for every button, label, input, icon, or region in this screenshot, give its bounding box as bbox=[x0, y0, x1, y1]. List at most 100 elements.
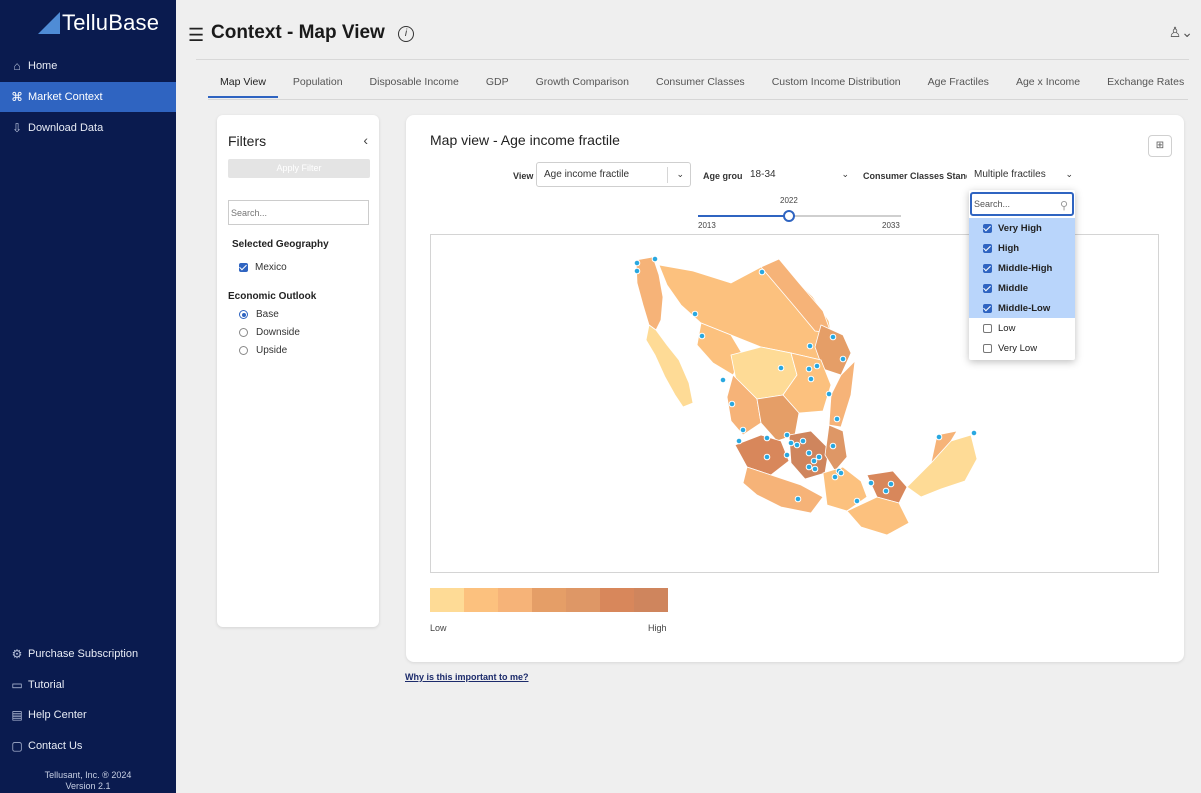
city-dot bbox=[691, 310, 699, 318]
book-icon: ▤ bbox=[11, 708, 23, 722]
city-dot bbox=[813, 362, 821, 370]
tab-population[interactable]: Population bbox=[293, 70, 343, 98]
apply-filter-button[interactable]: Apply Filter bbox=[228, 159, 370, 178]
outlook-radio-upside[interactable]: Upside bbox=[239, 345, 287, 356]
city-dot bbox=[651, 255, 659, 263]
dropdown-option-high[interactable]: High bbox=[969, 238, 1075, 258]
radio-label: Base bbox=[256, 309, 279, 320]
tab-custom-income-distribution[interactable]: Custom Income Distribution bbox=[772, 70, 901, 98]
city-dot bbox=[719, 376, 727, 384]
view-select-value: Age income fractile bbox=[544, 169, 630, 180]
logo[interactable]: TelluBase bbox=[38, 8, 159, 38]
sidebar-item-label: Purchase Subscription bbox=[28, 648, 139, 660]
dropdown-option-middle-low[interactable]: Middle-Low bbox=[969, 298, 1075, 318]
legend-swatch-7 bbox=[634, 588, 668, 612]
select-divider bbox=[667, 167, 668, 183]
selected-geography-label: Selected Geography bbox=[232, 239, 329, 250]
tab-consumer-classes[interactable]: Consumer Classes bbox=[656, 70, 745, 98]
tab-exchange-rates[interactable]: Exchange Rates bbox=[1107, 70, 1184, 98]
city-dot bbox=[833, 415, 841, 423]
tab-bar: Map View Population Disposable Income GD… bbox=[208, 70, 1201, 100]
view-select[interactable]: Age income fractile ⌄ bbox=[536, 162, 691, 187]
city-dot bbox=[829, 333, 837, 341]
header-divider bbox=[196, 59, 1189, 60]
chevron-down-icon: ⌄ bbox=[841, 169, 849, 179]
tab-age-x-income[interactable]: Age x Income bbox=[1016, 70, 1080, 98]
legend-swatch-2 bbox=[464, 588, 498, 612]
tab-gdp[interactable]: GDP bbox=[486, 70, 509, 98]
legend-color-scale bbox=[430, 588, 668, 612]
slider-max-year: 2033 bbox=[882, 221, 900, 230]
map-region bbox=[635, 256, 664, 331]
legend-swatch-1 bbox=[430, 588, 464, 612]
sidebar-item-tutorial[interactable]: ▭ Tutorial bbox=[0, 670, 176, 700]
dropdown-option-very-high[interactable]: Very High bbox=[969, 218, 1075, 238]
city-dot bbox=[867, 479, 875, 487]
tab-map-view[interactable]: Map View bbox=[208, 70, 278, 98]
page-title: Context - Map View bbox=[211, 22, 385, 43]
consumer-classes-standard-select[interactable]: Multiple fractiles ⌄ bbox=[967, 162, 1079, 187]
tab-growth-comparison[interactable]: Growth Comparison bbox=[536, 70, 629, 98]
sidebar-item-home[interactable]: ⌂ Home bbox=[0, 51, 176, 81]
sidebar-item-help-center[interactable]: ▤ Help Center bbox=[0, 700, 176, 730]
city-dot bbox=[633, 267, 641, 275]
city-dot bbox=[793, 441, 801, 449]
option-label: Very High bbox=[998, 222, 1042, 234]
outlook-radio-base[interactable]: Base bbox=[239, 309, 279, 320]
home-icon: ⌂ bbox=[13, 59, 21, 73]
sidebar-item-label: Download Data bbox=[28, 122, 104, 134]
copyright-text: Tellusant, Inc. ® 2024 bbox=[44, 770, 132, 780]
chevron-down-icon: ⌄ bbox=[1065, 169, 1073, 179]
filters-panel: Filters ‹ Apply Filter Selected Geograph… bbox=[217, 115, 379, 627]
gear-icon: ⚙ bbox=[11, 647, 23, 661]
info-icon[interactable]: i bbox=[398, 26, 414, 42]
chevron-down-icon: ⌄ bbox=[676, 169, 684, 179]
city-dot bbox=[831, 473, 839, 481]
outlook-radio-downside[interactable]: Downside bbox=[239, 327, 300, 338]
economic-outlook-label: Economic Outlook bbox=[228, 291, 317, 302]
city-dot bbox=[825, 390, 833, 398]
city-dot bbox=[777, 364, 785, 372]
radio-empty-icon bbox=[239, 346, 248, 355]
year-slider-thumb[interactable] bbox=[783, 210, 795, 222]
filter-search-input[interactable] bbox=[228, 200, 369, 225]
checkbox-checked-icon bbox=[983, 243, 992, 253]
user-menu-icon[interactable]: ♙⌄ bbox=[1169, 24, 1193, 41]
checkbox-checked-icon bbox=[983, 223, 992, 233]
tab-age-fractiles[interactable]: Age Fractiles bbox=[928, 70, 989, 98]
export-icon[interactable]: ⊞ bbox=[1148, 135, 1172, 157]
dropdown-option-very-low[interactable]: Very Low bbox=[969, 338, 1075, 358]
collapse-chevron-icon[interactable]: ‹ bbox=[363, 132, 368, 148]
sidebar-item-purchase-subscription[interactable]: ⚙ Purchase Subscription bbox=[0, 639, 176, 669]
city-dot bbox=[970, 429, 978, 437]
legend-swatch-5 bbox=[566, 588, 600, 612]
city-dot bbox=[763, 453, 771, 461]
menu-toggle-icon[interactable]: ☰ bbox=[188, 25, 204, 46]
dropdown-option-low[interactable]: Low bbox=[969, 318, 1075, 338]
dropdown-search-input[interactable]: Search... ⚲ bbox=[970, 192, 1074, 216]
sidebar-item-market-context[interactable]: ⌘ Market Context bbox=[0, 82, 176, 112]
city-dot bbox=[739, 426, 747, 434]
search-icon: ⚲ bbox=[1059, 200, 1068, 212]
checkbox-checked-icon bbox=[983, 303, 992, 313]
city-dot bbox=[728, 400, 736, 408]
legend-swatch-3 bbox=[498, 588, 532, 612]
sidebar: TelluBase ⌂ Home ⌘ Market Context ⇩ Down… bbox=[0, 0, 176, 793]
geography-checkbox-mexico[interactable]: Mexico bbox=[239, 262, 287, 273]
dropdown-search-placeholder: Search... bbox=[974, 199, 1011, 209]
tab-disposable-income[interactable]: Disposable Income bbox=[370, 70, 459, 98]
chat-icon: ▢ bbox=[11, 739, 23, 753]
sidebar-item-contact-us[interactable]: ▢ Contact Us bbox=[0, 731, 176, 761]
sidebar-item-download-data[interactable]: ⇩ Download Data bbox=[0, 113, 176, 143]
city-dot bbox=[794, 495, 802, 503]
checkbox-checked-icon bbox=[983, 263, 992, 273]
city-dot bbox=[633, 259, 641, 267]
why-important-link[interactable]: Why is this important to me? bbox=[405, 672, 529, 682]
dropdown-option-middle[interactable]: Middle bbox=[969, 278, 1075, 298]
city-dot bbox=[735, 437, 743, 445]
age-group-select[interactable]: 18-34 ⌄ bbox=[743, 162, 855, 187]
year-slider-track[interactable] bbox=[698, 215, 901, 217]
dropdown-option-middle-high[interactable]: Middle-High bbox=[969, 258, 1075, 278]
city-dot bbox=[783, 431, 791, 439]
sidebar-item-label: Contact Us bbox=[28, 740, 83, 752]
